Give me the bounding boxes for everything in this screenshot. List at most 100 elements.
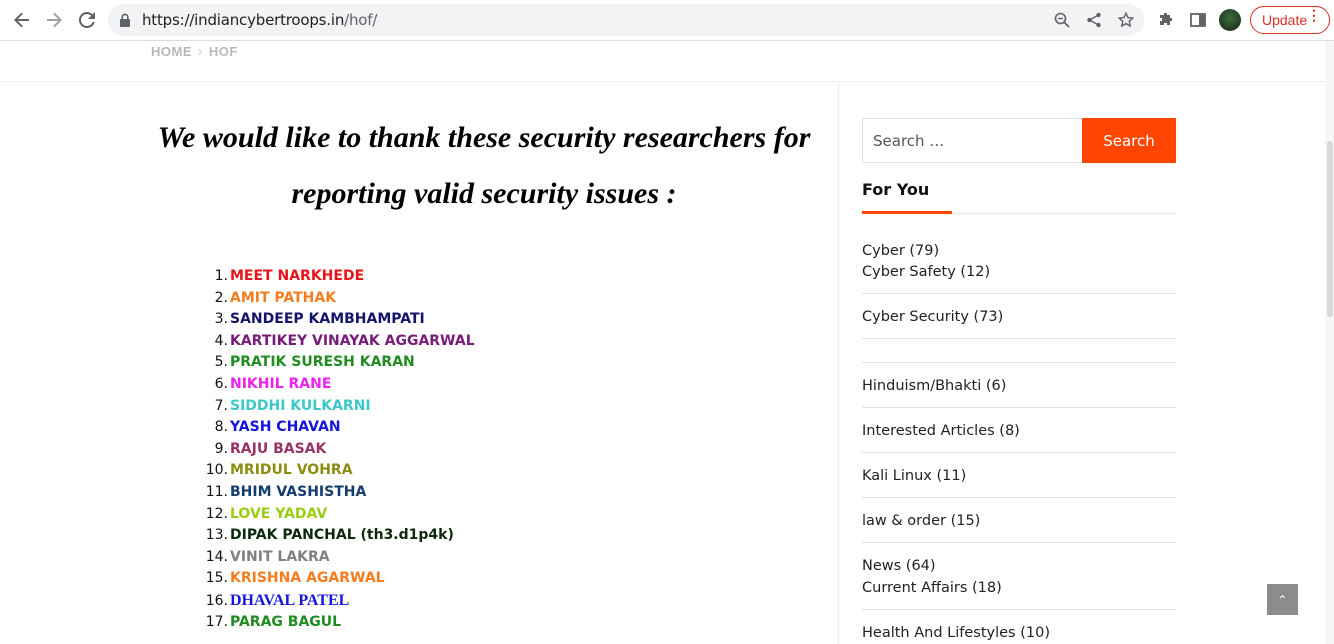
update-label: Update <box>1262 12 1308 28</box>
researcher-name: LOVE YADAV <box>230 505 328 522</box>
category-divider <box>862 609 1176 610</box>
category-divider <box>862 407 1176 408</box>
heading-line-1: We would like to thank these security re… <box>157 121 811 154</box>
reload-icon[interactable] <box>75 8 99 32</box>
researcher-item: 1. MEET NARKHEDE <box>198 266 475 288</box>
sidebar-divider <box>838 82 839 644</box>
researcher-item: 14. VINIT LAKRA <box>198 547 475 569</box>
url-text: https://indiancybertroops.in/hof/ <box>142 11 378 29</box>
category-link-news[interactable]: News (64) <box>862 558 936 574</box>
researcher-item: 5. PRATIK SURESH KARAN <box>198 352 475 374</box>
page-heading: We would like to thank these security re… <box>150 110 818 222</box>
researcher-name: SIDDHI KULKARNI <box>230 397 371 414</box>
researcher-item: 10. MRIDUL VOHRA <box>198 460 475 482</box>
breadcrumb: HOME › HOF <box>151 44 238 59</box>
researcher-item: 4. KARTIKEY VINAYAK AGGARWAL <box>198 331 475 353</box>
lock-icon[interactable] <box>120 13 130 27</box>
list-number: 7. <box>214 397 228 414</box>
for-you-heading: For You <box>862 180 930 199</box>
researcher-item: 3. SANDEEP KAMBHAMPATI <box>198 309 475 331</box>
scrollbar-thumb[interactable] <box>1327 141 1333 317</box>
share-icon[interactable] <box>1084 10 1104 30</box>
profile-avatar[interactable] <box>1219 9 1241 31</box>
category-divider <box>862 293 1176 294</box>
researcher-item: 2. AMIT PATHAK <box>198 288 475 310</box>
researcher-name: PRATIK SURESH KARAN <box>230 354 415 371</box>
category-link-cyber-security[interactable]: Cyber Security (73) <box>862 309 1003 325</box>
category-divider <box>862 497 1176 498</box>
category-link-cyber[interactable]: Cyber (79) <box>862 243 939 259</box>
researcher-name: BHIM VASHISTHA <box>230 483 367 500</box>
list-number: 15. <box>205 570 228 587</box>
list-number: 9. <box>214 440 228 457</box>
update-button[interactable]: Update ⋮ <box>1250 6 1330 34</box>
list-number: 12. <box>205 505 228 522</box>
researcher-name: DIPAK PANCHAL (th3.d1p4k) <box>230 527 454 544</box>
breadcrumb-separator: › <box>198 44 203 59</box>
list-number: 10. <box>205 462 228 479</box>
researcher-item: 13. DIPAK PANCHAL (th3.d1p4k) <box>198 525 475 547</box>
researcher-name: KARTIKEY VINAYAK AGGARWAL <box>230 332 475 349</box>
for-you-accent <box>862 211 952 214</box>
category-link-law-order[interactable]: law & order (15) <box>862 513 980 529</box>
address-bar[interactable]: https://indiancybertroops.in/hof/ <box>108 4 1144 36</box>
category-link-kali-linux[interactable]: Kali Linux (11) <box>862 468 966 484</box>
category-divider <box>862 542 1176 543</box>
researcher-item: 8. YASH CHAVAN <box>198 417 475 439</box>
list-number: 8. <box>214 419 228 436</box>
researcher-item: 11. BHIM VASHISTHA <box>198 482 475 504</box>
researcher-name: NIKHIL RANE <box>230 375 332 392</box>
researcher-name: KRISHNA AGARWAL <box>230 570 385 587</box>
search-input[interactable] <box>862 118 1082 163</box>
researcher-name: DHAVAL PATEL <box>230 591 350 609</box>
researcher-item: 16. DHAVAL PATEL <box>198 590 475 612</box>
category-link-interested-articles[interactable]: Interested Articles (8) <box>862 423 1020 439</box>
category-link-hinduism[interactable]: Hinduism/Bhakti (6) <box>862 378 1006 394</box>
list-number: 14. <box>205 548 228 565</box>
researcher-item: 7. SIDDHI KULKARNI <box>198 396 475 418</box>
menu-dots-icon[interactable]: ⋮ <box>1307 8 1321 22</box>
back-icon[interactable] <box>10 8 34 32</box>
browser-toolbar: https://indiancybertroops.in/hof/ Update… <box>0 0 1334 41</box>
list-number: 4. <box>214 332 228 349</box>
extensions-icon[interactable] <box>1155 9 1177 31</box>
researcher-name: VINIT LAKRA <box>230 548 330 565</box>
list-number: 5. <box>214 354 228 371</box>
researcher-item: 17. PARAG BAGUL <box>198 612 475 634</box>
back-to-top-button[interactable]: ⌃ <box>1267 584 1298 615</box>
category-divider <box>862 362 1176 363</box>
star-icon[interactable] <box>1116 10 1136 30</box>
list-number: 11. <box>205 483 228 500</box>
list-number: 17. <box>205 613 228 630</box>
category-link-cyber-safety[interactable]: Cyber Safety (12) <box>862 264 990 280</box>
researcher-name: MEET NARKHEDE <box>230 268 365 284</box>
researcher-name: SANDEEP KAMBHAMPATI <box>230 311 425 328</box>
list-number: 16. <box>205 592 228 609</box>
forward-icon[interactable] <box>42 8 66 32</box>
researcher-name: AMIT PATHAK <box>230 289 337 306</box>
list-number: 13. <box>205 527 228 544</box>
researchers-list: 1. MEET NARKHEDE 2. AMIT PATHAK 3. SANDEEP KA… <box>198 266 475 633</box>
category-divider <box>862 338 1176 339</box>
researcher-name: PARAG BAGUL <box>230 613 342 630</box>
list-number: 6. <box>214 375 228 392</box>
list-number: 1. <box>214 268 228 284</box>
side-panel-icon[interactable] <box>1187 9 1209 31</box>
page-scrollbar[interactable] <box>1325 41 1334 644</box>
heading-line-2: reporting valid security issues : <box>291 177 677 210</box>
search-button[interactable]: Search <box>1082 118 1176 163</box>
category-link-current-affairs[interactable]: Current Affairs (18) <box>862 580 1002 596</box>
researcher-name: RAJU BASAK <box>230 440 327 457</box>
header-divider <box>0 81 1334 82</box>
breadcrumb-home[interactable]: HOME <box>151 44 192 59</box>
list-number: 3. <box>214 311 228 328</box>
researcher-item: 6. NIKHIL RANE <box>198 374 475 396</box>
category-link-health[interactable]: Health And Lifestyles (10) <box>862 625 1050 641</box>
zoom-icon[interactable] <box>1052 10 1072 30</box>
category-divider <box>862 452 1176 453</box>
breadcrumb-current: HOF <box>208 44 238 59</box>
researcher-item: 12. LOVE YADAV <box>198 504 475 526</box>
list-number: 2. <box>214 289 228 306</box>
researcher-item: 9. RAJU BASAK <box>198 439 475 461</box>
researcher-item: 15. KRISHNA AGARWAL <box>198 568 475 590</box>
